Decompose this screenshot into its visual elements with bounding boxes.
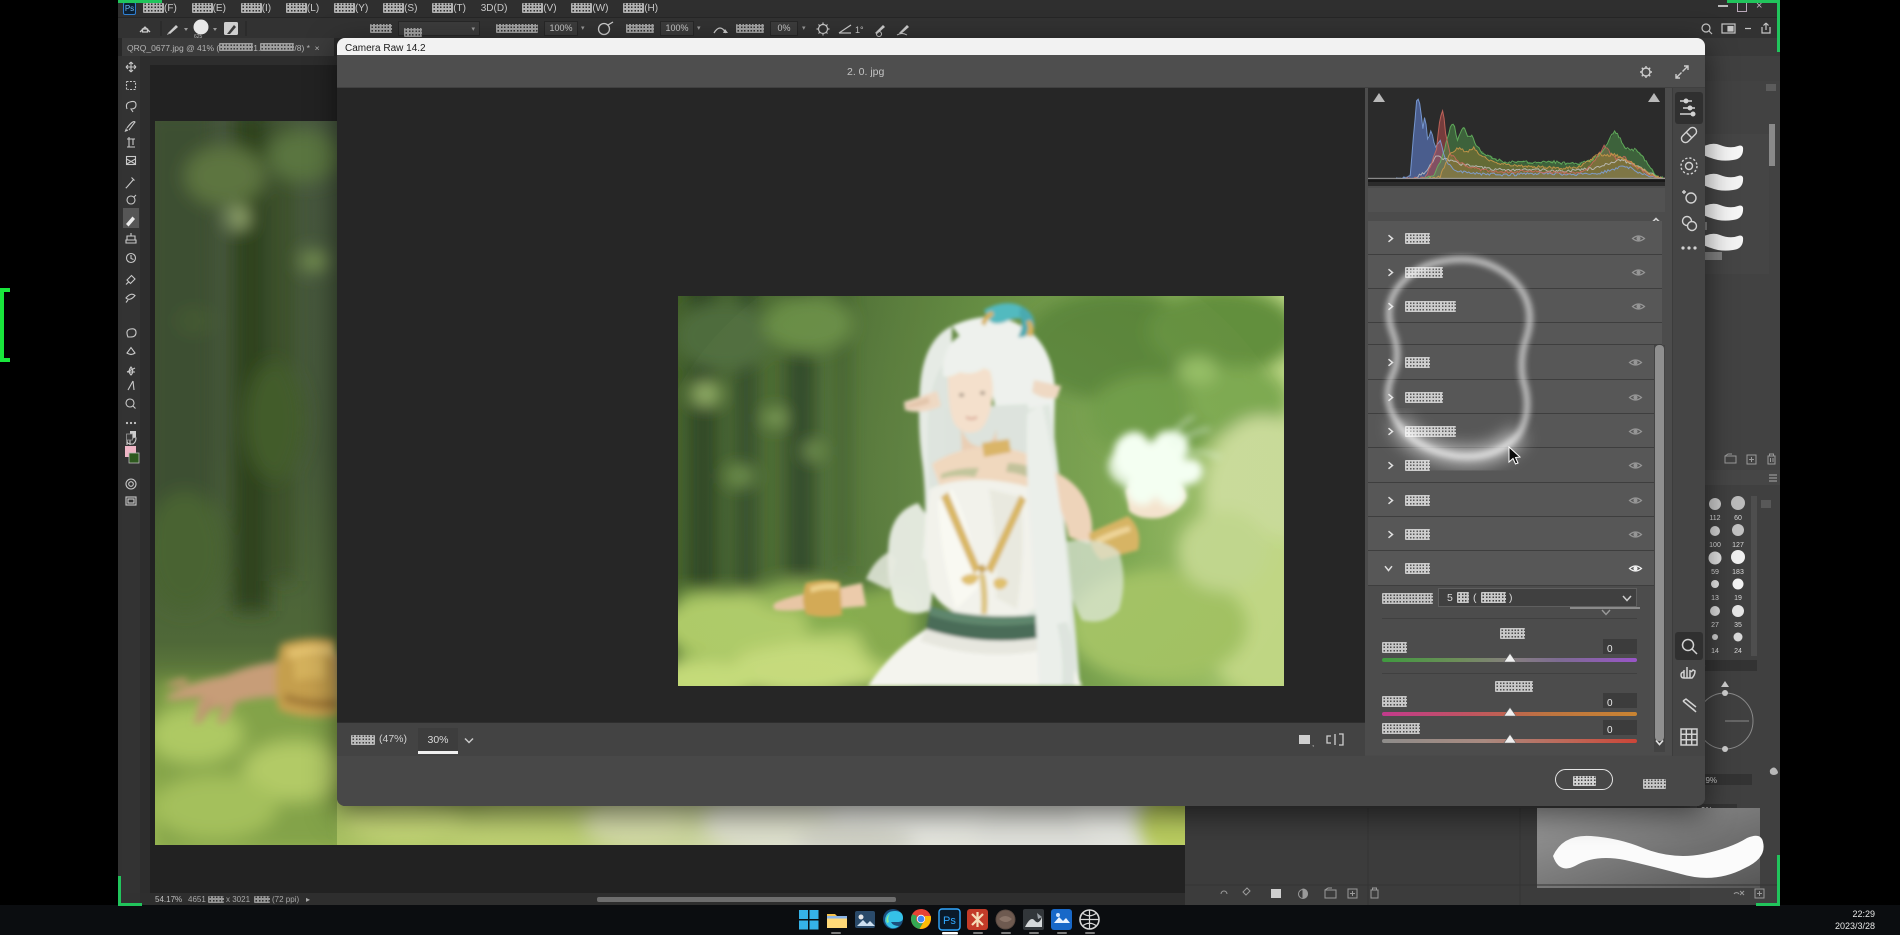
svg-text:,: , xyxy=(1312,739,1314,748)
svg-text:112: 112 xyxy=(1709,515,1720,522)
svg-text:27: 27 xyxy=(1711,622,1719,629)
svg-text:100: 100 xyxy=(1709,542,1721,549)
svg-text:13: 13 xyxy=(1711,595,1719,602)
svg-text:35: 35 xyxy=(1734,622,1742,629)
svg-text:59: 59 xyxy=(1711,569,1719,576)
svg-text:Ps: Ps xyxy=(943,915,956,927)
svg-text:1°: 1° xyxy=(855,25,864,35)
svg-text:14: 14 xyxy=(1711,648,1719,655)
svg-text:183: 183 xyxy=(1732,569,1744,576)
svg-text:127: 127 xyxy=(1732,542,1744,549)
svg-text:19: 19 xyxy=(1734,595,1742,602)
svg-text:60: 60 xyxy=(1734,515,1742,522)
svg-text:24: 24 xyxy=(1734,648,1742,655)
